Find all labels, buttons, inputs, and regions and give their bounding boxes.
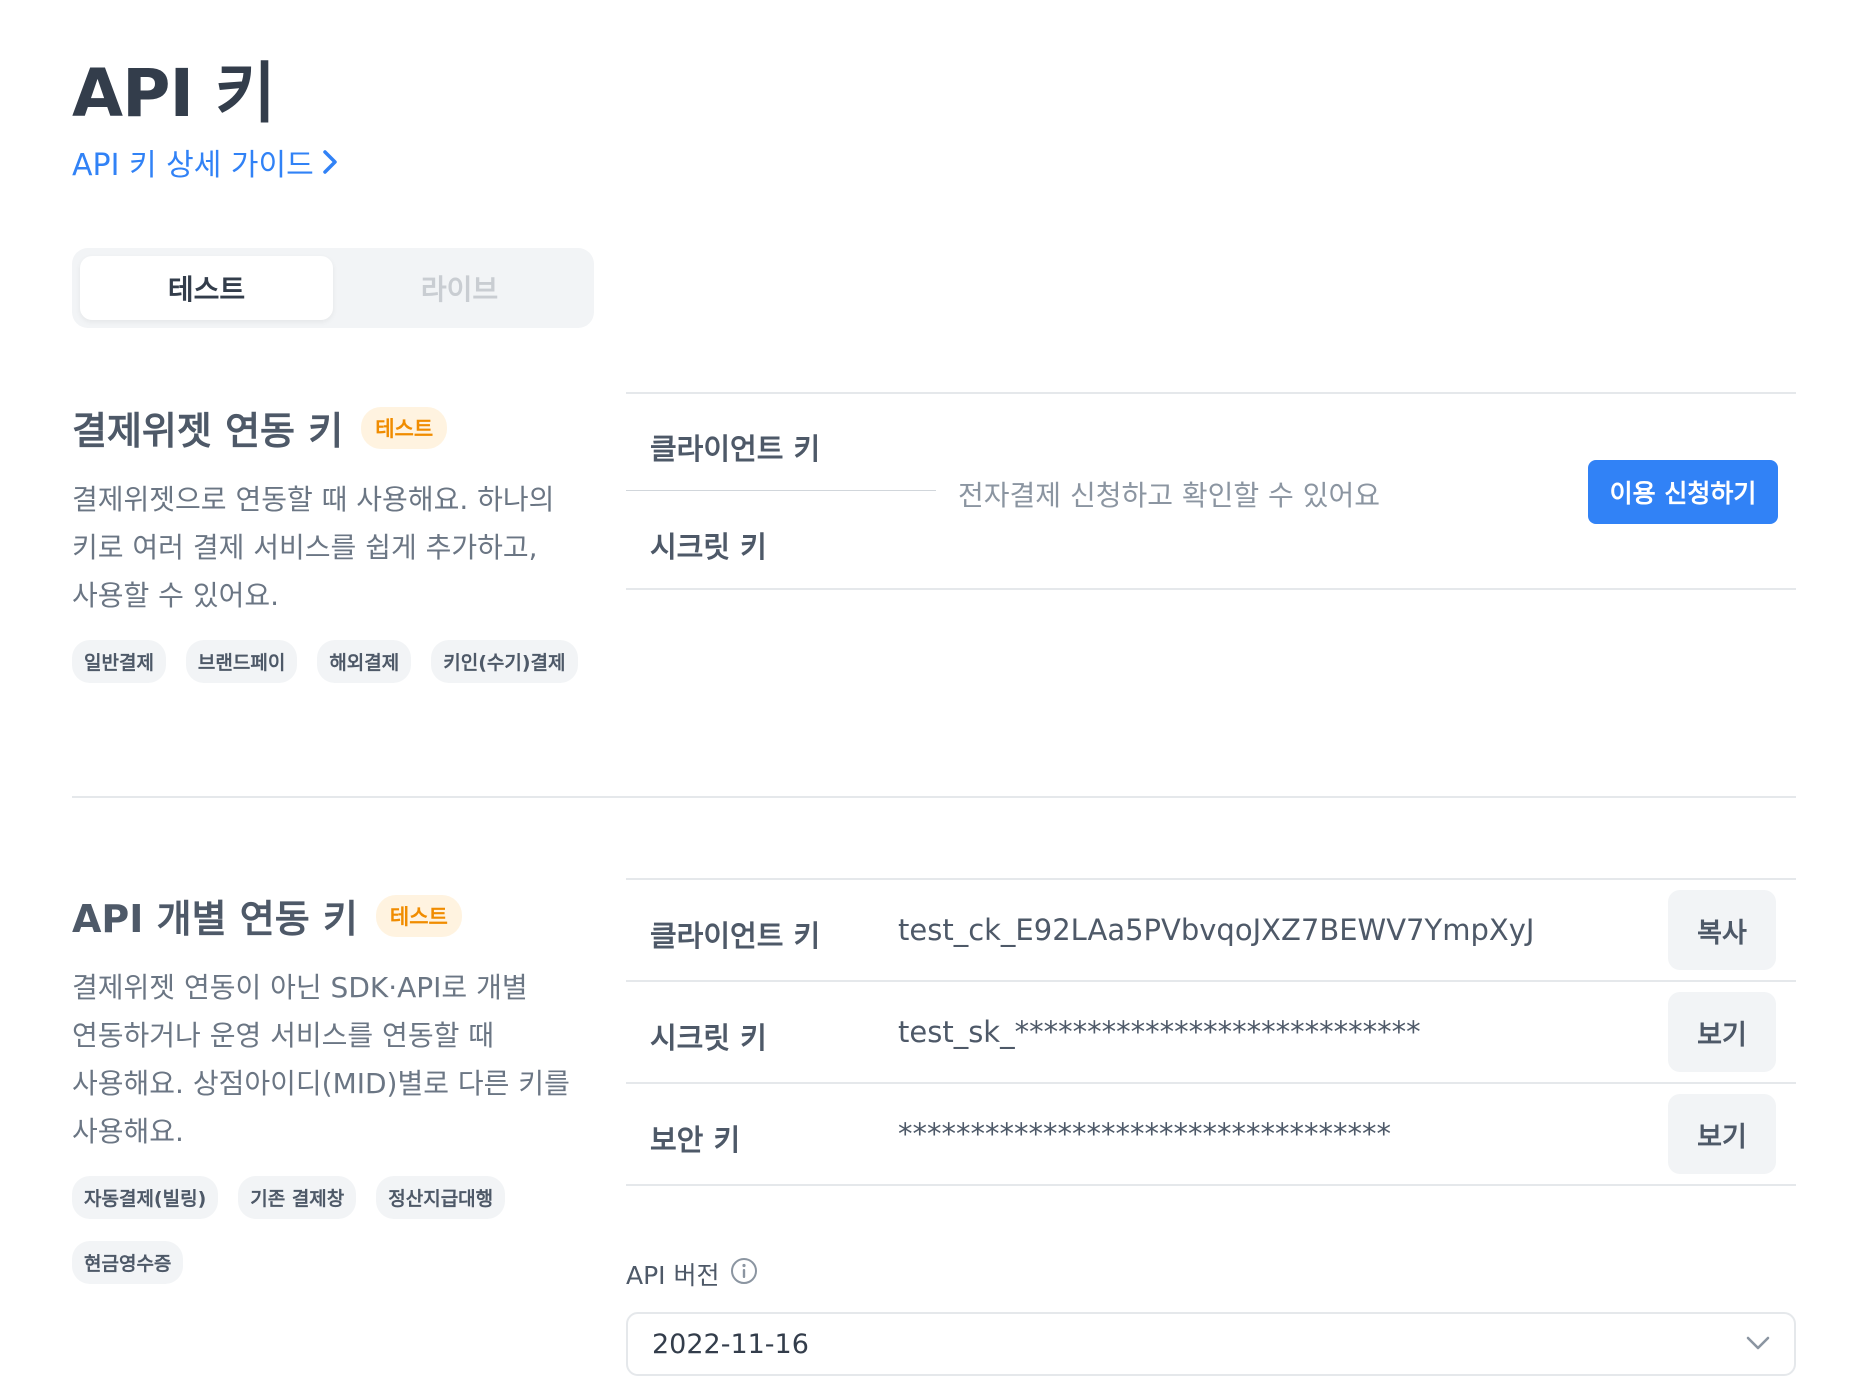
api-version-select[interactable]: 2022-11-16 xyxy=(626,1312,1796,1376)
guide-link-label: API 키 상세 가이드 xyxy=(72,148,314,183)
widget-client-key-label: 클라이언트 키 xyxy=(650,432,821,466)
widget-section-title-text: 결제위젯 연동 키 xyxy=(72,409,344,453)
chip-general-payment: 일반결제 xyxy=(72,640,166,683)
test-badge: 테스트 xyxy=(361,406,448,449)
divider xyxy=(626,588,1796,590)
show-security-key-button[interactable]: 보기 xyxy=(1668,1094,1776,1174)
apply-notice: 전자결제 신청하고 확인할 수 있어요 xyxy=(958,479,1381,512)
test-badge: 테스트 xyxy=(375,894,462,937)
chip-auto-billing: 자동결제(빌링) xyxy=(72,1176,219,1219)
api-section-title-text: API 개별 연동 키 xyxy=(72,897,358,941)
api-feature-chips: 자동결제(빌링) 기존 결제창 정산지급대행 현금영수증 xyxy=(72,1176,592,1284)
divider xyxy=(626,980,1796,982)
chip-overseas-payment: 해외결제 xyxy=(317,640,412,683)
api-keys-page: API 키 API 키 상세 가이드 테스트 라이브 결제위젯 연동 키 테스트… xyxy=(0,0,1862,1378)
divider xyxy=(626,490,936,491)
chevron-right-icon xyxy=(322,149,338,175)
copy-client-key-button[interactable]: 복사 xyxy=(1668,890,1776,970)
desc-line: 결제위젯 연동이 아닌 SDK·API로 개별 xyxy=(72,971,528,1004)
page-title: API 키 xyxy=(72,55,276,132)
chip-brandpay: 브랜드페이 xyxy=(185,640,298,683)
tab-live[interactable]: 라이브 xyxy=(333,256,586,320)
desc-line: 사용할 수 있어요. xyxy=(72,579,280,612)
widget-secret-key-label: 시크릿 키 xyxy=(650,530,767,564)
environment-toggle: 테스트 라이브 xyxy=(72,248,594,328)
chevron-down-icon xyxy=(1746,1335,1770,1354)
api-secret-key-label: 시크릿 키 xyxy=(650,1021,767,1055)
divider xyxy=(626,878,1796,880)
chip-settlement: 정산지급대행 xyxy=(376,1176,506,1219)
section-divider xyxy=(72,796,1796,798)
api-version-label-text: API 버전 xyxy=(626,1261,720,1290)
api-section-description: 결제위젯 연동이 아닌 SDK·API로 개별 연동하거나 운영 서비스를 연동… xyxy=(72,964,572,1156)
api-client-key-value: test_ck_E92LAa5PVbvqoJXZ7BEWV7YmpXyJ xyxy=(898,913,1535,947)
tab-test[interactable]: 테스트 xyxy=(80,256,333,320)
info-icon[interactable] xyxy=(730,1257,758,1291)
divider xyxy=(626,1082,1796,1084)
api-security-key-label: 보안 키 xyxy=(650,1123,741,1157)
api-section-title: API 개별 연동 키 테스트 xyxy=(72,888,462,943)
desc-line: 키로 여러 결제 서비스를 쉽게 추가하고, xyxy=(72,531,538,564)
api-client-key-label: 클라이언트 키 xyxy=(650,919,821,953)
apply-button[interactable]: 이용 신청하기 xyxy=(1588,460,1778,524)
widget-section-description: 결제위젯으로 연동할 때 사용해요. 하나의 키로 여러 결제 서비스를 쉽게 … xyxy=(72,476,572,620)
widget-feature-chips: 일반결제 브랜드페이 해외결제 키인(수기)결제 xyxy=(72,640,592,683)
desc-line: 사용해요. 상점아이디(MID)별로 다른 키를 xyxy=(72,1067,570,1100)
divider xyxy=(626,1184,1796,1186)
show-secret-key-button[interactable]: 보기 xyxy=(1668,992,1776,1072)
widget-section-title: 결제위젯 연동 키 테스트 xyxy=(72,400,448,455)
chip-keyin-payment: 키인(수기)결제 xyxy=(431,640,578,683)
desc-line: 결제위젯으로 연동할 때 사용해요. 하나의 xyxy=(72,483,555,516)
chip-cash-receipt: 현금영수증 xyxy=(72,1241,184,1284)
api-security-key-value: ********************************** xyxy=(898,1117,1391,1151)
api-key-guide-link[interactable]: API 키 상세 가이드 xyxy=(72,140,338,184)
desc-line: 연동하거나 운영 서비스를 연동할 때 xyxy=(72,1019,495,1052)
api-version-value: 2022-11-16 xyxy=(652,1328,809,1360)
desc-line: 사용해요. xyxy=(72,1115,184,1148)
api-version-label: API 버전 xyxy=(626,1256,758,1292)
api-secret-key-value: test_sk_**************************** xyxy=(898,1015,1421,1049)
chip-legacy-checkout: 기존 결제창 xyxy=(238,1176,357,1219)
divider xyxy=(626,392,1796,394)
